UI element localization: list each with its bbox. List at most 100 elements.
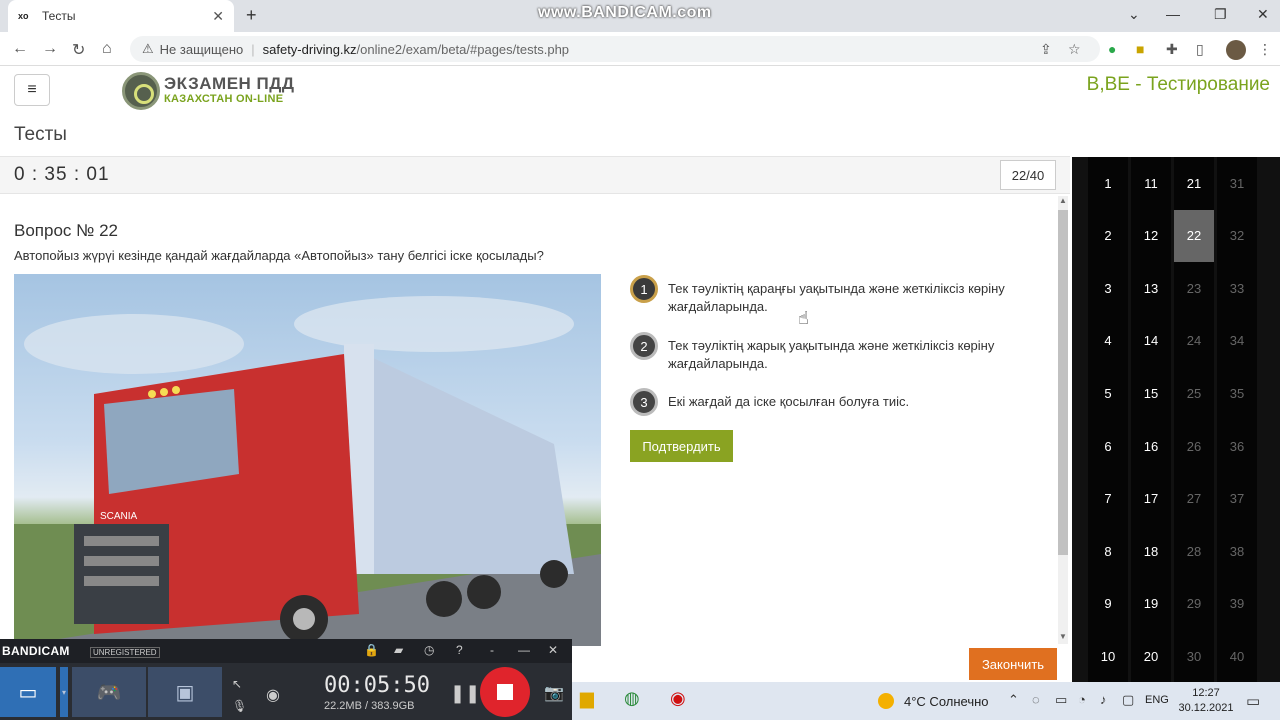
chrome-icon[interactable]: ◍: [624, 688, 640, 709]
question-grid-cell-20[interactable]: 20: [1131, 630, 1171, 682]
volume-icon[interactable]: ♪: [1100, 692, 1107, 707]
side-panel-icon[interactable]: ▯: [1196, 41, 1204, 58]
close-window-icon[interactable]: ✕: [1257, 6, 1269, 23]
back-icon[interactable]: ←: [12, 40, 28, 58]
notifications-icon[interactable]: ▭: [1246, 692, 1260, 710]
system-clock[interactable]: 12:27 30.12.2021: [1176, 686, 1236, 716]
cursor-toggle-icon[interactable]: ↖: [232, 677, 242, 691]
scroll-down-icon[interactable]: ▼: [1059, 632, 1067, 641]
pause-icon[interactable]: ❚❚: [450, 683, 480, 704]
home-icon[interactable]: ⌂: [102, 40, 112, 58]
question-grid-cell-31[interactable]: 31: [1217, 157, 1257, 209]
new-tab-icon[interactable]: +: [246, 5, 257, 26]
question-grid-cell-36[interactable]: 36: [1217, 420, 1257, 472]
question-grid-cell-15[interactable]: 15: [1131, 367, 1171, 419]
screen-mode-icon[interactable]: ▭: [0, 667, 56, 717]
question-grid-cell-37[interactable]: 37: [1217, 473, 1257, 525]
stop-record-button[interactable]: [480, 667, 530, 717]
screen-mode-dropdown-icon[interactable]: ▾: [60, 667, 68, 717]
answer-option-3[interactable]: 3 Екі жағдай да іске қосылған болуға тиі…: [630, 388, 1040, 416]
display-icon[interactable]: ▢: [1122, 692, 1134, 708]
bandicam-collapse-icon[interactable]: -: [490, 643, 494, 657]
question-grid-cell-33[interactable]: 33: [1217, 262, 1257, 314]
screenshot-icon[interactable]: 📷: [544, 683, 564, 703]
bandicam-close-icon[interactable]: ✕: [548, 643, 558, 657]
question-grid-cell-16[interactable]: 16: [1131, 420, 1171, 472]
browser-menu-icon[interactable]: ⋮: [1258, 41, 1272, 58]
extensions-puzzle-icon[interactable]: ✚: [1166, 41, 1178, 58]
file-explorer-icon[interactable]: ▆: [580, 688, 594, 709]
question-grid-cell-30[interactable]: 30: [1174, 630, 1214, 682]
folder-icon[interactable]: ▰: [394, 643, 403, 657]
url-input[interactable]: ⚠ Не защищено | safety-driving.kz /onlin…: [130, 36, 1100, 62]
weather-sun-icon[interactable]: [878, 693, 894, 709]
question-grid-cell-9[interactable]: 9: [1088, 578, 1128, 630]
warning-icon[interactable]: ⚠: [142, 41, 154, 57]
tab-search-icon[interactable]: ⌄: [1128, 6, 1140, 23]
question-grid-cell-27[interactable]: 27: [1174, 473, 1214, 525]
question-grid-cell-13[interactable]: 13: [1131, 262, 1171, 314]
question-grid-cell-25[interactable]: 25: [1174, 367, 1214, 419]
answer-text[interactable]: Екі жағдай да іске қосылған болуға тиіс.: [668, 393, 909, 411]
question-grid-cell-4[interactable]: 4: [1088, 315, 1128, 367]
lock-icon[interactable]: 🔒: [364, 643, 379, 657]
bookmark-star-icon[interactable]: ☆: [1068, 41, 1081, 58]
microphone-icon[interactable]: 🎙: [232, 699, 247, 713]
bandicam-taskbar-icon[interactable]: ◉: [670, 688, 686, 709]
question-grid-cell-29[interactable]: 29: [1174, 578, 1214, 630]
show-hidden-icons[interactable]: ⌃: [1008, 692, 1019, 708]
answer-number-badge[interactable]: 1: [630, 275, 658, 303]
question-grid-cell-17[interactable]: 17: [1131, 473, 1171, 525]
question-grid-cell-14[interactable]: 14: [1131, 315, 1171, 367]
help-icon[interactable]: ?: [456, 643, 463, 657]
hamburger-menu-button[interactable]: ≡: [14, 74, 50, 106]
extension-icon[interactable]: ■: [1136, 41, 1144, 57]
forward-icon[interactable]: →: [42, 40, 58, 58]
question-grid-cell-23[interactable]: 23: [1174, 262, 1214, 314]
question-grid-cell-38[interactable]: 38: [1217, 525, 1257, 577]
question-grid-cell-21[interactable]: 21: [1174, 157, 1214, 209]
clock-icon[interactable]: ◷: [424, 643, 434, 657]
weather-text[interactable]: 4°C Солнечно: [904, 694, 989, 709]
question-grid-cell-1[interactable]: 1: [1088, 157, 1128, 209]
answer-option-2[interactable]: 2 Тек тәуліктің жарық уақытында және жет…: [630, 332, 1040, 373]
question-grid-cell-39[interactable]: 39: [1217, 578, 1257, 630]
question-grid-cell-18[interactable]: 18: [1131, 525, 1171, 577]
network-icon[interactable]: ◔: [1078, 692, 1086, 707]
question-grid-cell-28[interactable]: 28: [1174, 525, 1214, 577]
scrollbar-thumb[interactable]: [1058, 210, 1068, 555]
question-grid-cell-40[interactable]: 40: [1217, 630, 1257, 682]
scroll-up-icon[interactable]: ▲: [1059, 196, 1067, 205]
question-grid-cell-2[interactable]: 2: [1088, 210, 1128, 262]
hdmi-mode-icon[interactable]: ▣: [148, 667, 222, 717]
battery-icon[interactable]: ▭: [1055, 692, 1067, 708]
answer-number-badge[interactable]: 3: [630, 388, 658, 416]
question-grid-cell-22[interactable]: 22: [1174, 209, 1214, 262]
question-grid-cell-3[interactable]: 3: [1088, 262, 1128, 314]
question-grid-cell-26[interactable]: 26: [1174, 420, 1214, 472]
question-grid-cell-35[interactable]: 35: [1217, 367, 1257, 419]
vpn-extension-icon[interactable]: ●: [1108, 41, 1116, 57]
tray-app-icon[interactable]: ◌: [1032, 692, 1040, 707]
reload-icon[interactable]: ↻: [72, 40, 85, 60]
question-grid-cell-12[interactable]: 12: [1131, 210, 1171, 262]
restore-icon[interactable]: ❐: [1214, 6, 1227, 23]
answer-text[interactable]: Тек тәуліктің қараңғы уақытында және жет…: [668, 280, 1040, 316]
profile-avatar[interactable]: [1226, 40, 1246, 60]
share-icon[interactable]: ⇪: [1040, 41, 1052, 58]
question-grid-cell-19[interactable]: 19: [1131, 578, 1171, 630]
question-grid-cell-6[interactable]: 6: [1088, 420, 1128, 472]
bandicam-minimize-icon[interactable]: —: [518, 643, 530, 657]
answer-text[interactable]: Тек тәуліктің жарық уақытында және жеткі…: [668, 337, 1040, 373]
question-grid-cell-7[interactable]: 7: [1088, 473, 1128, 525]
tab-close-icon[interactable]: ✕: [212, 8, 224, 25]
question-grid-cell-5[interactable]: 5: [1088, 367, 1128, 419]
webcam-icon[interactable]: ◉: [266, 685, 280, 705]
answer-number-badge[interactable]: 2: [630, 332, 658, 360]
question-grid-cell-32[interactable]: 32: [1217, 210, 1257, 262]
confirm-button[interactable]: Подтвердить: [630, 430, 733, 462]
finish-button[interactable]: Закончить: [969, 648, 1057, 680]
answer-option-1[interactable]: 1 Тек тәуліктің қараңғы уақытында және ж…: [630, 275, 1040, 316]
question-grid-cell-34[interactable]: 34: [1217, 315, 1257, 367]
question-grid-cell-24[interactable]: 24: [1174, 315, 1214, 367]
